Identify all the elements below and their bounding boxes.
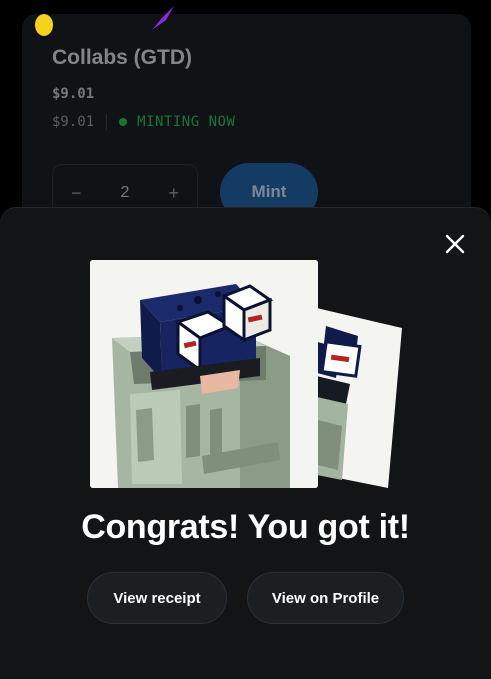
view-receipt-button[interactable]: View receipt — [87, 572, 227, 624]
close-icon — [445, 234, 465, 254]
nft-image — [90, 260, 318, 488]
congrats-headline: Congrats! You got it! — [81, 508, 410, 546]
confetti-yellow-icon — [35, 14, 53, 36]
nft-character-art — [90, 260, 318, 488]
confetti-purple-icon — [152, 6, 174, 30]
view-on-profile-button[interactable]: View on Profile — [247, 572, 404, 624]
close-button[interactable] — [440, 229, 470, 259]
